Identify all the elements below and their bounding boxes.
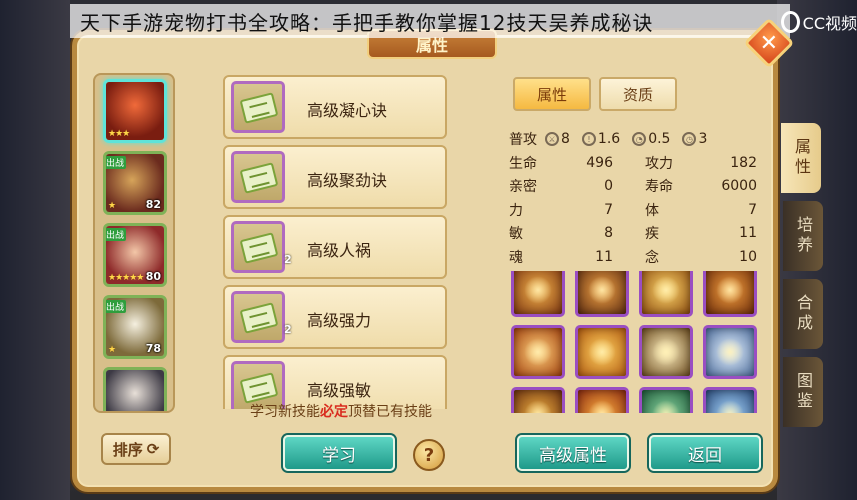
pet-slot-5[interactable] — [103, 367, 167, 411]
skill-scroll-icon — [231, 81, 285, 133]
skill-name: 高级强敏 — [307, 381, 372, 400]
skill-scroll-icon: 2 — [231, 221, 292, 273]
skill-slot[interactable] — [575, 325, 629, 379]
pet-status-tag: 出战 — [106, 156, 127, 169]
pet-stars: ★ — [108, 345, 116, 355]
skill-count: 2 — [284, 253, 292, 266]
skill-slot[interactable] — [511, 325, 565, 379]
close-icon: ✕ — [759, 30, 779, 56]
pet-level: 82 — [145, 198, 161, 211]
learn-hint: 学习新技能必定顶替已有技能 — [233, 401, 449, 421]
pet-stars: ★★★★★ — [108, 273, 144, 283]
skill-scroll-icon: 2 — [231, 291, 292, 343]
skill-book-item[interactable]: 2 高级人祸 — [223, 215, 447, 279]
watermark: CC视频 — [777, 8, 857, 36]
side-tab-codex[interactable]: 图鉴 — [783, 357, 823, 427]
pet-status-tag: 出战 — [106, 228, 127, 241]
attack-stat: ◔ 0.5 — [632, 131, 670, 147]
learn-button[interactable]: 学习 — [283, 435, 395, 471]
skill-slot[interactable] — [639, 271, 693, 317]
speed-icon: ◔ — [632, 132, 647, 146]
side-tab-attributes[interactable]: 属性 — [781, 123, 821, 193]
watermark-text: CC视频 — [802, 14, 857, 33]
attack-stat: ! 1.6 — [581, 131, 620, 147]
pet-level: 78 — [145, 342, 161, 355]
pet-attribute-panel: 属性 ✕ ★★★ 出战 ★ 82 出战 ★★★★★ 80 出战 ★ 78 排序 … — [72, 17, 823, 492]
stat-row: 力7体7 — [509, 201, 757, 219]
side-tab-synthesis[interactable]: 合成 — [783, 279, 823, 349]
pet-slot-2[interactable]: 出战 ★ 82 — [103, 151, 167, 215]
pet-list[interactable]: ★★★ 出战 ★ 82 出战 ★★★★★ 80 出战 ★ 78 — [93, 73, 175, 413]
article-title: 天下手游宠物打书全攻略：手把手教你掌握12技天吴养成秘诀 — [70, 4, 790, 38]
pet-slot-1[interactable]: ★★★ — [103, 79, 167, 143]
skill-slot[interactable] — [511, 271, 565, 317]
cc-logo-icon — [781, 11, 800, 33]
skill-name: 高级人祸 — [307, 241, 372, 260]
back-button[interactable]: 返回 — [649, 435, 761, 471]
hint-emphasis: 必定 — [320, 404, 348, 420]
stat-row: 敏 8 疾 11 — [509, 225, 757, 243]
attack-label: 普攻 — [509, 132, 537, 148]
side-tab-training[interactable]: 培养 — [783, 201, 823, 271]
tab-attributes[interactable]: 属性 — [513, 77, 591, 111]
exclaim-icon: ! — [581, 132, 596, 146]
skill-slot[interactable] — [703, 271, 757, 317]
stat-row: 亲密 0 寿命 6000 — [509, 178, 757, 196]
skill-book-item[interactable]: 2 高级强力 — [223, 285, 447, 349]
sort-label: 排序 — [112, 440, 143, 459]
skill-name: 高级强力 — [307, 311, 372, 330]
skill-slot[interactable] — [575, 271, 629, 317]
hint-suffix: 顶替已有技能 — [348, 404, 432, 420]
skill-name: 高级凝心诀 — [307, 101, 388, 120]
skill-slot[interactable] — [703, 387, 757, 413]
pet-slot-4[interactable]: 出战 ★ 78 — [103, 295, 167, 359]
attack-special-row: 普攻 ⚔ 8 ! 1.6 ◔ 0.5 ◷ 3 — [509, 127, 761, 151]
attack-stat: ⚔ 8 — [545, 131, 570, 147]
skill-slot[interactable] — [639, 387, 693, 413]
clock-icon: ◷ — [682, 132, 697, 146]
stat-row: 生命 496 攻力 182 — [509, 154, 757, 172]
pet-stars: ★★★ — [108, 129, 130, 139]
skill-slot[interactable] — [703, 325, 757, 379]
skill-count: 2 — [284, 323, 292, 336]
help-button[interactable]: ? — [413, 439, 445, 471]
pet-skill-grid[interactable] — [511, 271, 763, 413]
pet-status-tag: 出战 — [106, 300, 127, 313]
pet-slot-3[interactable]: 出战 ★★★★★ 80 — [103, 223, 167, 287]
hint-prefix: 学习新技能 — [250, 404, 320, 420]
skill-book-list[interactable]: 高级凝心诀 高级聚劲诀 2 高级人祸 2 高级强力 高级强敏 — [223, 75, 447, 409]
stat-row: 魂 11 念 10 — [509, 248, 757, 266]
attack-stat: ◷ 3 — [682, 131, 707, 147]
refresh-icon: ⟳ — [146, 440, 160, 458]
skill-slot[interactable] — [511, 387, 565, 413]
tab-aptitude[interactable]: 资质 — [599, 77, 677, 111]
sort-button[interactable]: 排序 ⟳ — [101, 433, 171, 465]
pet-level: 80 — [145, 270, 161, 283]
advanced-attributes-button[interactable]: 高级属性 — [517, 435, 629, 471]
sword-icon: ⚔ — [545, 132, 559, 146]
pet-stars: ★ — [108, 201, 116, 211]
skill-name: 高级聚劲诀 — [307, 171, 388, 190]
stats-panel: 普攻 ⚔ 8 ! 1.6 ◔ 0.5 ◷ 3 生命 496 攻力 182 亲密 0 寿命 6000 … — [509, 127, 761, 269]
skill-book-item[interactable]: 高级聚劲诀 — [223, 145, 447, 209]
skill-slot[interactable] — [575, 387, 629, 413]
skill-slot[interactable] — [639, 325, 693, 379]
pet-portrait — [106, 370, 164, 411]
skill-book-item[interactable]: 高级凝心诀 — [223, 75, 447, 139]
background-left — [0, 0, 70, 500]
skill-scroll-icon — [231, 151, 285, 203]
